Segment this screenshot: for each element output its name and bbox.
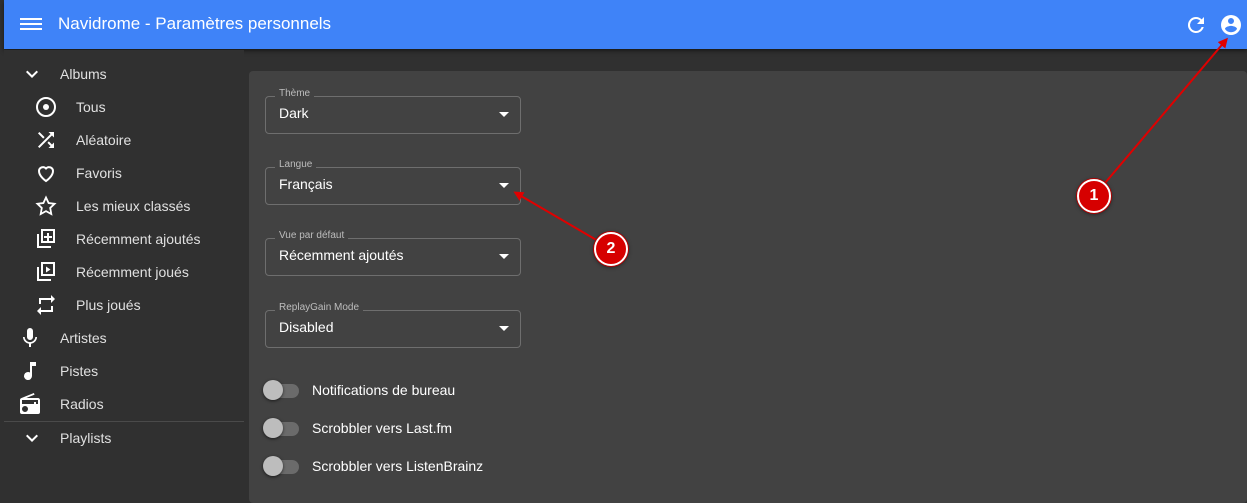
shuffle-icon: [38, 131, 54, 148]
account-circle-icon[interactable]: [1219, 13, 1243, 37]
theme-label: Thème: [275, 88, 315, 99]
sidebar-item-radios[interactable]: Radios: [4, 387, 244, 420]
sidebar-item-label: Aléatoire: [76, 131, 132, 148]
sidebar-item-plus-joues[interactable]: Plus joués: [4, 288, 244, 321]
menu-icon[interactable]: [20, 15, 42, 35]
sidebar-item-label: Radios: [60, 395, 104, 412]
toggle-thumb: [263, 380, 283, 400]
sidebar: Albums Tous Aléatoire Favoris Les mieux …: [4, 50, 244, 503]
heart-icon: [37, 165, 55, 182]
desktop-notifications-toggle[interactable]: [261, 378, 301, 402]
sidebar-item-recemment-ajoutes[interactable]: Récemment ajoutés: [4, 222, 244, 255]
album-icon: [36, 96, 56, 117]
sidebar-item-recemment-joues[interactable]: Récemment joués: [4, 255, 244, 288]
annotation-badge-1: 1: [1077, 179, 1111, 213]
sidebar-item-label: Récemment joués: [76, 263, 189, 280]
app-bar: Navidrome - Paramètres personnels: [4, 0, 1247, 49]
video-library-icon: [37, 261, 55, 281]
sidebar-item-favoris[interactable]: Favoris: [4, 156, 244, 189]
sidebar-item-pistes[interactable]: Pistes: [4, 354, 244, 387]
caret-down-icon: [499, 183, 509, 188]
sidebar-item-label: Plus joués: [76, 296, 141, 313]
lastfm-scrobble-toggle[interactable]: [261, 416, 301, 440]
default-view-label: Vue par défaut: [275, 230, 349, 241]
sidebar-item-label: Les mieux classés: [76, 197, 191, 214]
language-value: Français: [279, 176, 333, 192]
replaygain-select[interactable]: ReplayGain Mode Disabled: [265, 302, 521, 348]
radio-icon: [20, 392, 40, 414]
toggle-thumb: [263, 418, 283, 438]
sidebar-item-aleatoire[interactable]: Aléatoire: [4, 123, 244, 156]
toggle-thumb: [263, 456, 283, 476]
default-view-value: Récemment ajoutés: [279, 247, 404, 263]
caret-down-icon: [499, 326, 509, 331]
music-note-icon: [24, 361, 36, 380]
caret-down-icon: [499, 112, 509, 117]
sidebar-item-label: Pistes: [60, 362, 99, 379]
sidebar-item-artistes[interactable]: Artistes: [4, 321, 244, 354]
annotation-badge-2: 2: [594, 232, 628, 266]
listenbrainz-scrobble-toggle[interactable]: [261, 454, 301, 478]
library-add-icon: [37, 228, 55, 248]
chevron-down-icon: [26, 434, 38, 442]
sidebar-item-label: Albums: [60, 65, 107, 82]
language-label: Langue: [275, 159, 317, 170]
sidebar-item-label: Artistes: [60, 329, 107, 346]
sidebar-item-albums[interactable]: Albums: [4, 57, 244, 90]
language-select[interactable]: Langue Français: [265, 159, 521, 205]
lastfm-scrobble-label: Scrobbler vers Last.fm: [312, 420, 453, 436]
sidebar-item-playlists[interactable]: Playlists: [4, 421, 244, 454]
desktop-notifications-label: Notifications de bureau: [312, 382, 456, 398]
sidebar-item-label: Récemment ajoutés: [76, 230, 201, 247]
replaygain-label: ReplayGain Mode: [275, 302, 364, 313]
microphone-icon: [23, 327, 37, 347]
chevron-down-icon: [26, 70, 38, 78]
theme-select[interactable]: Thème Dark: [265, 88, 521, 134]
replaygain-value: Disabled: [279, 319, 334, 335]
listenbrainz-scrobble-label: Scrobbler vers ListenBrainz: [312, 458, 484, 474]
sidebar-item-label: Favoris: [76, 164, 122, 181]
settings-panel: Thème Dark Langue Français Vue par défau…: [249, 71, 1247, 503]
caret-down-icon: [499, 254, 509, 259]
default-view-select[interactable]: Vue par défaut Récemment ajoutés: [265, 230, 521, 276]
theme-value: Dark: [279, 105, 309, 121]
star-icon: [35, 194, 57, 216]
sidebar-item-label: Tous: [76, 98, 106, 115]
sidebar-item-label: Playlists: [60, 429, 112, 446]
page-title: Navidrome - Paramètres personnels: [58, 14, 332, 33]
sidebar-item-tous[interactable]: Tous: [4, 90, 244, 123]
repeat-icon: [37, 294, 55, 315]
sidebar-item-les-mieux-classes[interactable]: Les mieux classés: [4, 189, 244, 222]
refresh-icon[interactable]: [1184, 13, 1208, 37]
